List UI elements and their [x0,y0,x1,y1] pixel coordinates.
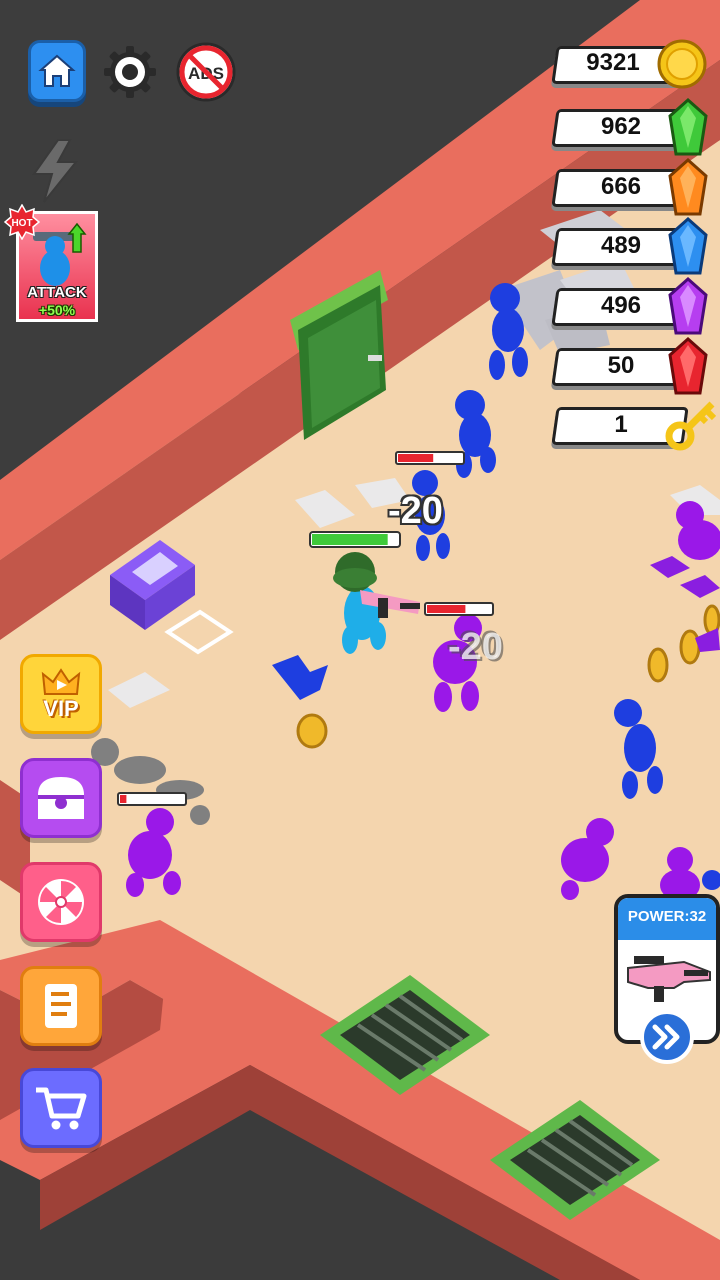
enemy-health-bar [395,451,465,465]
lucky-wheel-button[interactable] [20,862,102,942]
hot-badge: HOT [3,203,41,241]
green-gem-value: 962 [600,113,642,140]
home-icon [38,54,76,87]
chest-button[interactable] [20,758,102,838]
gear-icon [104,46,156,98]
lucky-wheel-icon [38,879,84,925]
crown-icon [41,668,81,695]
orange-gem-value: 666 [600,173,642,200]
shop-button[interactable] [20,1068,102,1148]
enemy-health-bar [424,602,494,616]
hot-label: HOT [11,218,32,229]
blue-gem-value: 489 [600,232,642,259]
energy-button[interactable] [28,138,82,204]
green-gem-icon [668,98,708,156]
upgrade-weapon-button[interactable] [640,1010,694,1064]
gold-coin-drop [679,629,701,665]
quests-button[interactable] [20,966,102,1046]
vip-label: VIP [43,696,79,721]
enemy-health-bar [117,792,187,806]
home-button[interactable] [28,40,86,102]
purple-gem-icon [668,277,708,335]
red-gem-value: 50 [607,352,635,379]
scroll-icon [45,984,77,1028]
damage-number: -20 [448,626,503,668]
blue-gem-icon [668,217,708,275]
player-health-bar [309,531,401,548]
gold-value: 9321 [586,49,640,76]
shopping-cart-icon [36,1087,87,1130]
lightning-icon [32,139,79,203]
no-ads-icon: ADS [176,42,236,102]
damage-number: -20 [388,490,443,532]
orange-gem-icon [668,158,708,216]
gold-coin-drop [647,647,669,683]
gold-coin-drop [296,713,328,749]
attack-label: ATTACK [27,284,87,301]
vip-button[interactable]: VIP [20,654,102,734]
power-label: POWER:32 [627,908,707,925]
attack-bonus: +50% [38,302,76,318]
key-value: 1 [614,411,628,438]
gold-key-icon [665,401,717,451]
no-ads-button[interactable]: ADS [174,40,238,104]
treasure-chest-icon [38,777,84,819]
pink-rifle-icon [627,956,711,1002]
fast-forward-icon [652,1024,680,1050]
red-gem-icon [668,337,708,395]
gold-coin-icon [657,39,707,89]
settings-button[interactable] [102,44,158,100]
purple-gem-value: 496 [600,292,642,319]
